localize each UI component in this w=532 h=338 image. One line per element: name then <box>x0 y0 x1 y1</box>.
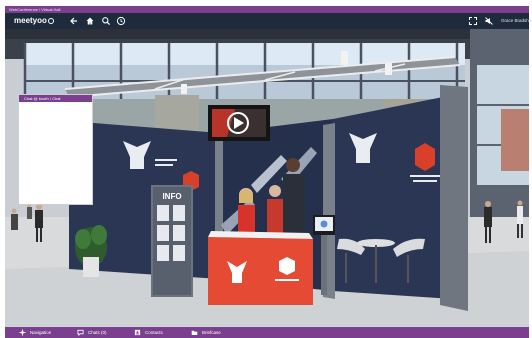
contacts-icon <box>134 329 141 336</box>
nav-navigation[interactable]: Navigation <box>19 327 51 338</box>
window-title-bar: WebConference / Virtual Hall <box>5 6 529 13</box>
nav-chats[interactable]: Chats (0) <box>77 327 107 338</box>
window-title: WebConference / Virtual Hall <box>9 7 61 12</box>
chat-panel-header: Chat @ booth / Chat <box>19 95 92 102</box>
info-stand[interactable]: INFO <box>151 185 193 297</box>
search-icon[interactable] <box>101 16 111 26</box>
nav-contacts-label: Contacts <box>145 330 163 335</box>
nav-chats-label: Chats (0) <box>88 330 107 335</box>
bottom-navigation: Navigation Chats (0) Contacts Briefcase <box>5 327 529 338</box>
mute-icon[interactable] <box>484 16 494 26</box>
nav-briefcase-label: Briefcase <box>202 330 221 335</box>
video-screen[interactable] <box>208 105 270 141</box>
chat-icon <box>77 329 84 336</box>
reception-counter[interactable] <box>208 231 313 305</box>
help-icon[interactable] <box>116 16 126 26</box>
back-arrow-icon[interactable] <box>69 16 79 26</box>
logo-text: meetyoo <box>14 16 47 25</box>
chat-panel[interactable]: Chat @ booth / Chat <box>18 94 93 205</box>
nav-briefcase[interactable]: Briefcase <box>191 327 221 338</box>
virtual-event-app: WebConference / Virtual Hall meetyoo Gra… <box>0 0 532 338</box>
fullscreen-icon[interactable] <box>468 16 478 26</box>
nav-contacts[interactable]: Contacts <box>134 327 163 338</box>
app-header: meetyoo Grace Bradshaw <box>5 13 532 29</box>
nav-navigation-label: Navigation <box>30 330 52 335</box>
folder-icon <box>191 330 198 335</box>
user-name[interactable]: Grace Bradshaw <box>501 16 532 26</box>
meetyoo-logo[interactable]: meetyoo <box>14 15 54 27</box>
logo-mark-icon <box>47 17 54 24</box>
compass-icon <box>19 329 26 336</box>
home-icon[interactable] <box>85 16 95 26</box>
info-sign-label: INFO <box>162 192 181 201</box>
